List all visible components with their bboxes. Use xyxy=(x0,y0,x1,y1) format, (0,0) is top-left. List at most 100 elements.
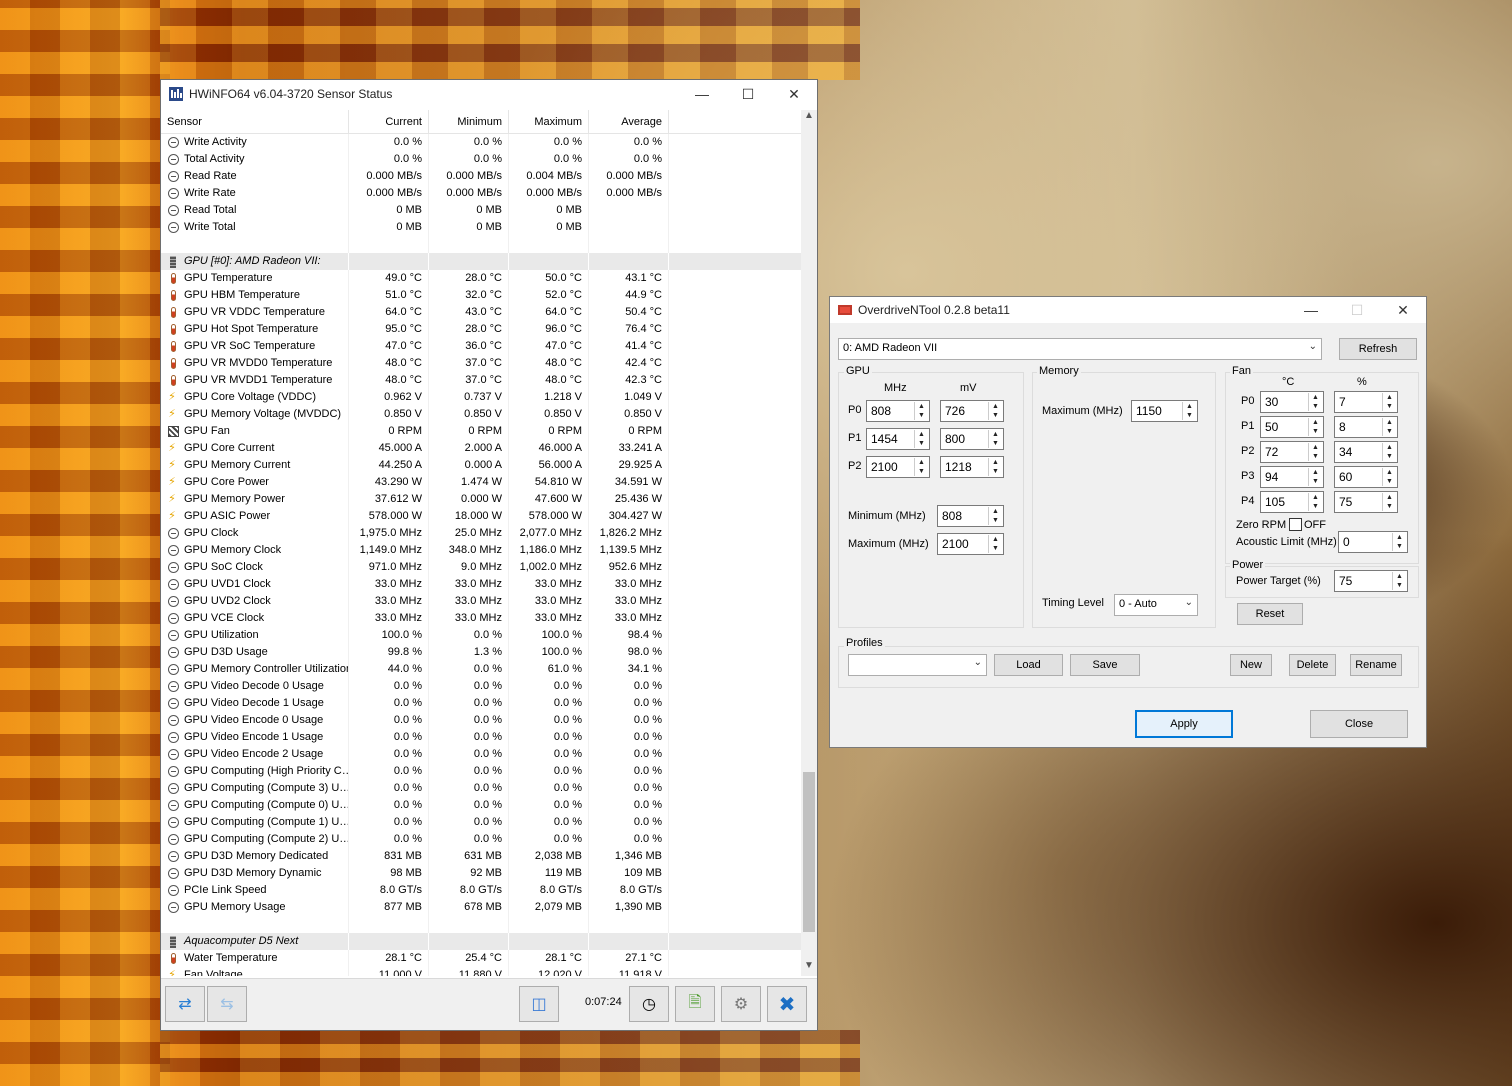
scroll-up-icon[interactable]: ▲ xyxy=(801,110,817,126)
table-row[interactable]: ⚡ GPU Memory Voltage (MVDDC) 0.850 V 0.850 … xyxy=(161,406,801,423)
table-row[interactable]: GPU VR MVDD1 Temperature 48.0 °C 37.0 °C 48… xyxy=(161,372,801,389)
spin-arrows-icon[interactable]: ▲ ▼ xyxy=(988,458,1002,476)
expand-arrows-icon[interactable]: ⇄ xyxy=(165,986,205,1022)
fan-p3-celsius-field[interactable]: 94 ▲ ▼ xyxy=(1260,466,1324,488)
table-row[interactable]: GPU D3D Memory Dedicated 831 MB 631 MB 2,03… xyxy=(161,848,801,865)
load-profile-button[interactable]: Load xyxy=(994,654,1063,676)
timing-level-select[interactable]: 0 - Auto ⌄ xyxy=(1114,594,1198,616)
apply-button[interactable]: Apply xyxy=(1135,710,1233,738)
power-target-field[interactable]: 75 ▲ ▼ xyxy=(1334,570,1408,592)
table-row[interactable]: ⚡ GPU Core Current 45.000 A 2.000 A 46.000 A… xyxy=(161,440,801,457)
gpu-p2-mv-field[interactable]: 1218 ▲ ▼ xyxy=(940,456,1004,478)
table-row[interactable]: GPU Video Encode 2 Usage 0.0 % 0.0 % 0.0 % 0… xyxy=(161,746,801,763)
scroll-down-icon[interactable]: ▼ xyxy=(801,960,817,976)
table-row[interactable]: GPU D3D Usage 99.8 % 1.3 % 100.0 % 98.0 % xyxy=(161,644,801,661)
table-row[interactable]: GPU SoC Clock 971.0 MHz 9.0 MHz 1,002.0 MHz… xyxy=(161,559,801,576)
zero-rpm-checkbox[interactable] xyxy=(1289,518,1302,531)
spin-arrows-icon[interactable]: ▲ ▼ xyxy=(1308,493,1322,511)
log-file-icon[interactable]: 🗎 xyxy=(675,986,715,1022)
fan-p0-percent-field[interactable]: 7 ▲ ▼ xyxy=(1334,391,1398,413)
spin-arrows-icon[interactable]: ▲ ▼ xyxy=(914,402,928,420)
close-button[interactable]: Close xyxy=(1310,710,1408,738)
fan-p4-celsius-field[interactable]: 105 ▲ ▼ xyxy=(1260,491,1324,513)
fan-p3-percent-field[interactable]: 60 ▲ ▼ xyxy=(1334,466,1398,488)
close-sensors-icon[interactable]: ✖ xyxy=(767,986,807,1022)
table-row[interactable]: GPU UVD1 Clock 33.0 MHz 33.0 MHz 33.0 MHz 33… xyxy=(161,576,801,593)
table-row[interactable]: GPU Computing (Compute 3) U… 0.0 % 0.0 % 0.… xyxy=(161,780,801,797)
acoustic-limit-field[interactable]: 0 ▲ ▼ xyxy=(1338,531,1408,553)
table-row[interactable]: GPU UVD2 Clock 33.0 MHz 33.0 MHz 33.0 MHz 33… xyxy=(161,593,801,610)
overdriventool-titlebar[interactable]: OverdriveNTool 0.2.8 beta11 — ☐ ✕ xyxy=(830,297,1426,323)
table-row[interactable]: Write Activity 0.0 % 0.0 % 0.0 % 0.0 % xyxy=(161,134,801,151)
gpu-p2-mhz-field[interactable]: 2100 ▲ ▼ xyxy=(866,456,930,478)
table-row[interactable]: Write Rate 0.000 MB/s 0.000 MB/s 0.000 MB/s… xyxy=(161,185,801,202)
spin-arrows-icon[interactable]: ▲ ▼ xyxy=(914,458,928,476)
spin-arrows-icon[interactable]: ▲ ▼ xyxy=(1392,533,1406,551)
table-row[interactable]: ⚡ GPU Memory Power 37.612 W 0.000 W 47.600 W… xyxy=(161,491,801,508)
save-profile-button[interactable]: Save xyxy=(1070,654,1140,676)
table-row[interactable]: GPU Video Decode 1 Usage 0.0 % 0.0 % 0.0 % 0… xyxy=(161,695,801,712)
hwinfo-titlebar[interactable]: HWiNFO64 v6.04-3720 Sensor Status — ☐ ✕ xyxy=(161,80,817,108)
spin-arrows-icon[interactable]: ▲ ▼ xyxy=(1308,418,1322,436)
column-header-sensor[interactable]: Sensor xyxy=(161,110,349,133)
spin-arrows-icon[interactable]: ▲ ▼ xyxy=(1392,572,1406,590)
table-row[interactable]: GPU Memory Controller Utilization 44.0 % 0… xyxy=(161,661,801,678)
spin-arrows-icon[interactable]: ▲ ▼ xyxy=(1382,418,1396,436)
table-row[interactable]: Read Rate 0.000 MB/s 0.000 MB/s 0.004 MB/s 0… xyxy=(161,168,801,185)
table-row[interactable]: GPU VR VDDC Temperature 64.0 °C 43.0 °C 64.… xyxy=(161,304,801,321)
table-row[interactable]: GPU Memory Clock 1,149.0 MHz 348.0 MHz 1,18… xyxy=(161,542,801,559)
new-profile-button[interactable]: New xyxy=(1230,654,1272,676)
gpu-p1-mv-field[interactable]: 800 ▲ ▼ xyxy=(940,428,1004,450)
refresh-button[interactable]: Refresh xyxy=(1339,338,1417,360)
spin-arrows-icon[interactable]: ▲ ▼ xyxy=(988,507,1002,525)
device-select[interactable]: 0: AMD Radeon VII ⌄ xyxy=(838,338,1322,360)
column-header-current[interactable]: Current xyxy=(349,110,429,133)
minimize-icon[interactable]: — xyxy=(1288,297,1334,323)
fan-p1-percent-field[interactable]: 8 ▲ ▼ xyxy=(1334,416,1398,438)
spin-arrows-icon[interactable]: ▲ ▼ xyxy=(1308,468,1322,486)
table-row[interactable]: GPU VR SoC Temperature 47.0 °C 36.0 °C 47.0… xyxy=(161,338,801,355)
spin-arrows-icon[interactable]: ▲ ▼ xyxy=(1382,468,1396,486)
table-row[interactable]: GPU D3D Memory Dynamic 98 MB 92 MB 119 MB 10… xyxy=(161,865,801,882)
table-row[interactable]: GPU Memory Usage 877 MB 678 MB 2,079 MB 1,39… xyxy=(161,899,801,916)
gpu-p0-mv-field[interactable]: 726 ▲ ▼ xyxy=(940,400,1004,422)
network-icon[interactable]: ◫ xyxy=(519,986,559,1022)
column-header-minimum[interactable]: Minimum xyxy=(429,110,509,133)
vertical-scrollbar[interactable]: ▲ ▼ xyxy=(801,110,817,976)
gpu-max-field[interactable]: 2100 ▲ ▼ xyxy=(937,533,1004,555)
close-icon[interactable]: ✕ xyxy=(1380,297,1426,323)
collapse-arrows-icon[interactable]: ⇆ xyxy=(207,986,247,1022)
reset-button[interactable]: Reset xyxy=(1237,603,1303,625)
minimize-icon[interactable]: — xyxy=(679,80,725,108)
spin-arrows-icon[interactable]: ▲ ▼ xyxy=(1308,443,1322,461)
table-row[interactable]: GPU VCE Clock 33.0 MHz 33.0 MHz 33.0 MHz 33.… xyxy=(161,610,801,627)
table-row[interactable]: ⚡ GPU Core Power 43.290 W 1.474 W 54.810 W 34… xyxy=(161,474,801,491)
table-row[interactable]: GPU VR MVDD0 Temperature 48.0 °C 37.0 °C 48… xyxy=(161,355,801,372)
table-row[interactable]: ⚡ GPU ASIC Power 578.000 W 18.000 W 578.000 … xyxy=(161,508,801,525)
fan-p0-celsius-field[interactable]: 30 ▲ ▼ xyxy=(1260,391,1324,413)
table-row[interactable]: GPU Video Decode 0 Usage 0.0 % 0.0 % 0.0 % 0… xyxy=(161,678,801,695)
fan-p2-celsius-field[interactable]: 72 ▲ ▼ xyxy=(1260,441,1324,463)
column-header-average[interactable]: Average xyxy=(589,110,669,133)
table-row[interactable]: Total Activity 0.0 % 0.0 % 0.0 % 0.0 % xyxy=(161,151,801,168)
table-row[interactable]: GPU HBM Temperature 51.0 °C 32.0 °C 52.0 °C… xyxy=(161,287,801,304)
spin-arrows-icon[interactable]: ▲ ▼ xyxy=(1382,493,1396,511)
spin-arrows-icon[interactable]: ▲ ▼ xyxy=(1382,393,1396,411)
table-row[interactable]: GPU Clock 1,975.0 MHz 25.0 MHz 2,077.0 MHz 1… xyxy=(161,525,801,542)
spin-arrows-icon[interactable]: ▲ ▼ xyxy=(988,402,1002,420)
table-row[interactable]: Read Total 0 MB 0 MB 0 MB xyxy=(161,202,801,219)
gpu-p0-mhz-field[interactable]: 808 ▲ ▼ xyxy=(866,400,930,422)
table-row[interactable]: GPU Utilization 100.0 % 0.0 % 100.0 % 98.4 % xyxy=(161,627,801,644)
fan-p4-percent-field[interactable]: 75 ▲ ▼ xyxy=(1334,491,1398,513)
table-row[interactable]: PCIe Link Speed 8.0 GT/s 8.0 GT/s 8.0 GT/s 8… xyxy=(161,882,801,899)
table-row[interactable]: Write Total 0 MB 0 MB 0 MB xyxy=(161,219,801,236)
sensor-group-row[interactable]: GPU [#0]: AMD Radeon VII: xyxy=(161,253,801,270)
gear-icon[interactable]: ⚙ xyxy=(721,986,761,1022)
table-row[interactable]: ⚡ Fan Voltage 11.000 V 11.880 V 12.020 V 11.9… xyxy=(161,967,801,976)
table-row[interactable]: GPU Computing (Compute 0) U… 0.0 % 0.0 % 0.… xyxy=(161,797,801,814)
rename-profile-button[interactable]: Rename xyxy=(1350,654,1402,676)
close-icon[interactable]: ✕ xyxy=(771,80,817,108)
gpu-min-field[interactable]: 808 ▲ ▼ xyxy=(937,505,1004,527)
sensor-group-row[interactable]: Aquacomputer D5 Next xyxy=(161,933,801,950)
spin-arrows-icon[interactable]: ▲ ▼ xyxy=(914,430,928,448)
